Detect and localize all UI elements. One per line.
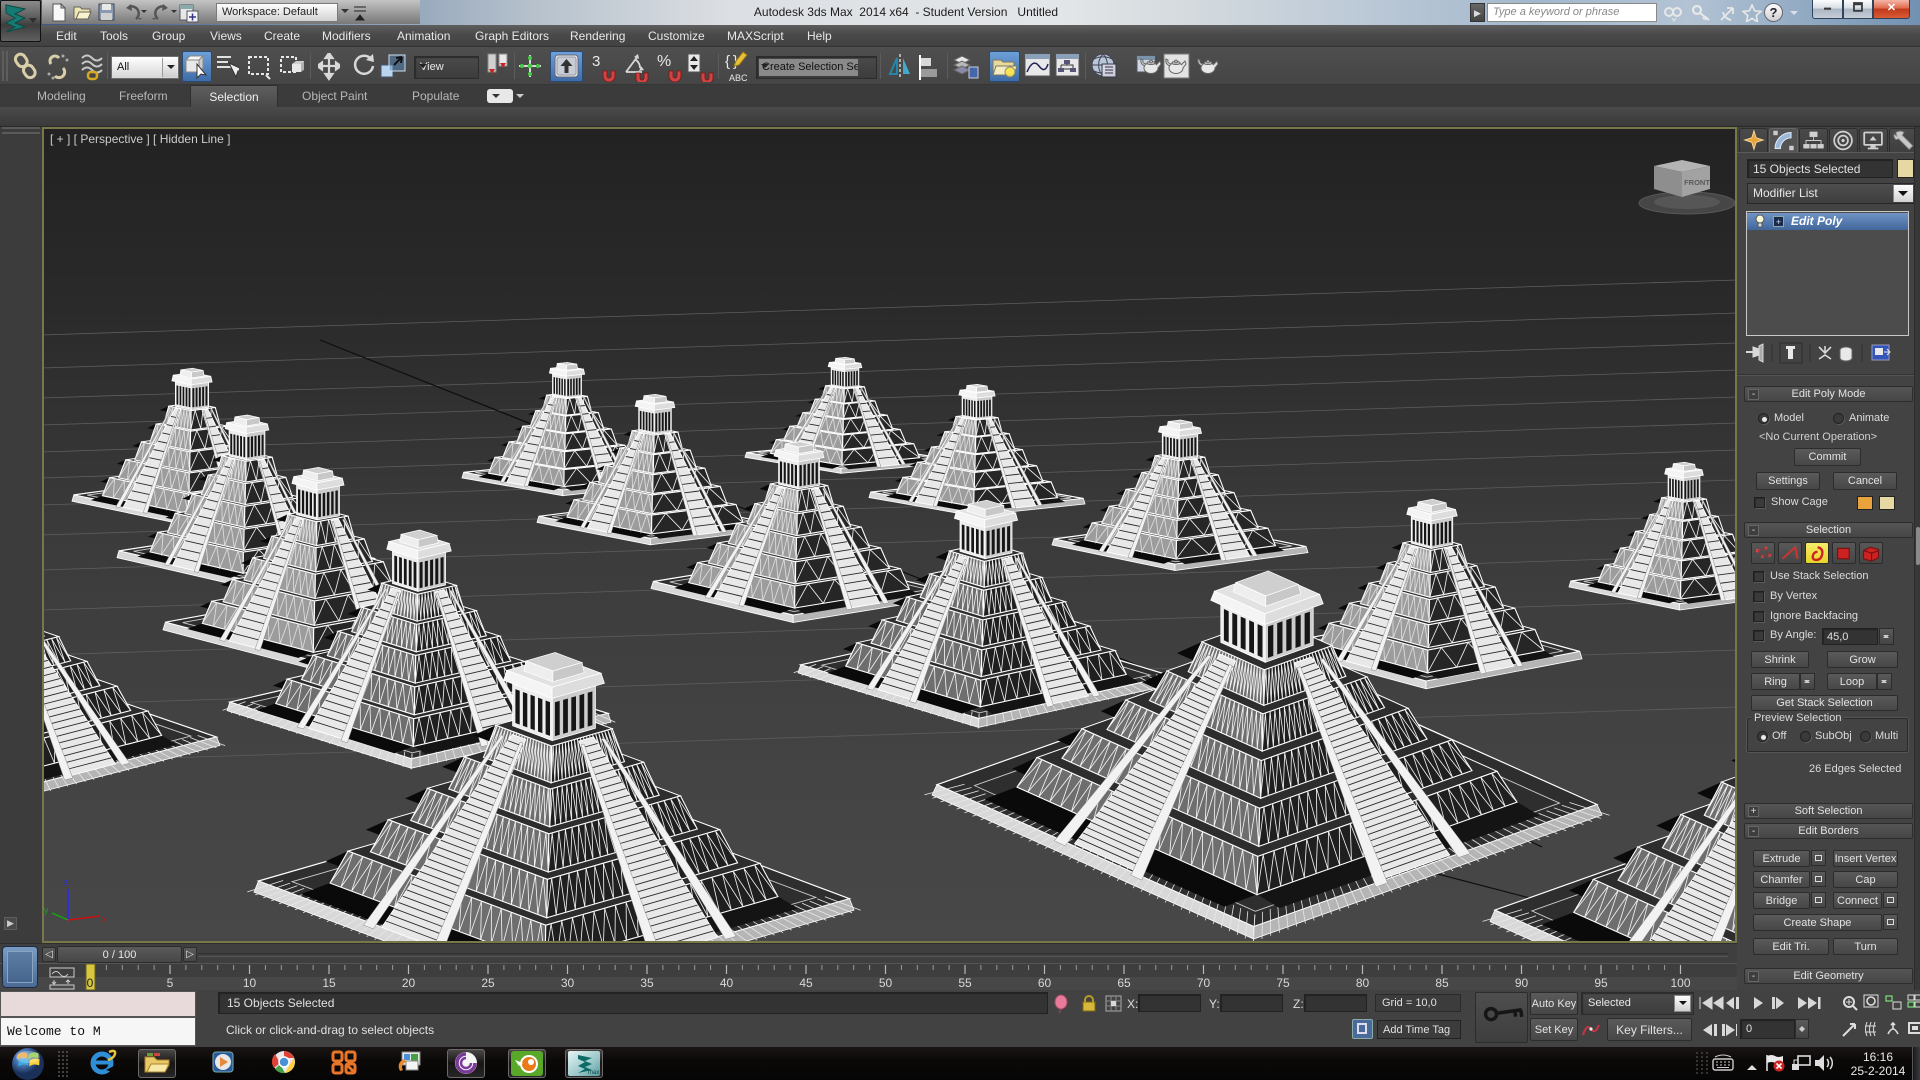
svg-text:z: z [64,877,69,887]
svg-text:3: 3 [592,53,600,70]
svg-text:50: 50 [879,976,893,990]
svg-text:x: x [102,914,107,924]
svg-text:70: 70 [1197,976,1211,990]
svg-text:35: 35 [640,976,654,990]
svg-text:%: % [657,53,671,70]
svg-text:25: 25 [481,976,495,990]
svg-text:40: 40 [720,976,734,990]
svg-text:75: 75 [1276,976,1290,990]
svg-text:80: 80 [1356,976,1370,990]
svg-text:[ + ] [ Perspective ] [ Hidden: [ + ] [ Perspective ] [ Hidden Line ] [50,132,230,146]
svg-text:45: 45 [799,976,813,990]
svg-text:30: 30 [561,976,575,990]
svg-text:90: 90 [1515,976,1529,990]
svg-text:85: 85 [1435,976,1449,990]
svg-text:65: 65 [1117,976,1131,990]
svg-text:95: 95 [1594,976,1608,990]
svg-text:max: max [588,1070,599,1076]
svg-text:15: 15 [322,976,336,990]
svg-text:ABC: ABC [729,73,748,83]
svg-text:60: 60 [1038,976,1052,990]
svg-text:0: 0 [87,976,94,990]
svg-text:20: 20 [402,976,416,990]
svg-text:55: 55 [958,976,972,990]
svg-text:10: 10 [243,976,257,990]
svg-text:100: 100 [1670,976,1690,990]
svg-text:5: 5 [167,976,174,990]
svg-text:y: y [44,905,49,915]
svg-text:FRONT: FRONT [1684,178,1710,187]
